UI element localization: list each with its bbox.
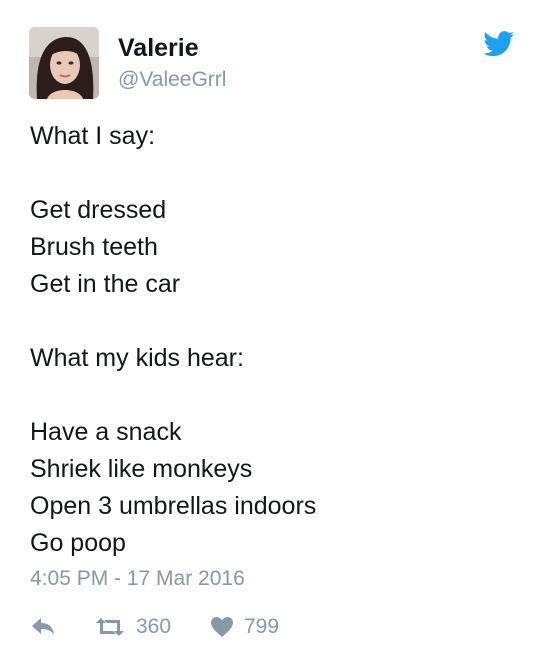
heart-icon bbox=[210, 616, 234, 638]
retweet-count: 360 bbox=[136, 615, 172, 638]
reply-arrow-icon bbox=[30, 616, 56, 638]
tweet-line: Open 3 umbrellas indoors bbox=[30, 492, 317, 520]
tweet-line: Get in the car bbox=[30, 270, 181, 298]
tweet-card: Valerie @ValeeGrrl What I say: Get dress… bbox=[0, 0, 550, 662]
tweet-line bbox=[30, 303, 530, 340]
tweet-line bbox=[30, 155, 530, 192]
tweet-line: What my kids hear: bbox=[30, 344, 244, 372]
tweet-line: What I say: bbox=[30, 122, 156, 150]
retweet-button[interactable]: 360 bbox=[94, 612, 171, 642]
like-button[interactable]: 799 bbox=[210, 612, 279, 642]
retweet-icon bbox=[94, 616, 126, 638]
reply-button[interactable] bbox=[30, 612, 56, 642]
tweet-line: Go poop bbox=[30, 529, 126, 557]
tweet-timestamp[interactable]: 4:05 PM - 17 Mar 2016 bbox=[30, 566, 245, 592]
tweet-line: Brush teeth bbox=[30, 233, 158, 261]
tweet-text: What I say: Get dressed Brush teeth Get … bbox=[30, 118, 530, 562]
tweet-line: Get dressed bbox=[30, 196, 167, 224]
like-count: 799 bbox=[244, 615, 280, 638]
display-name[interactable]: Valerie bbox=[118, 33, 199, 63]
twitter-bird-icon[interactable] bbox=[483, 31, 515, 57]
tweet-line: Have a snack bbox=[30, 418, 182, 446]
user-handle[interactable]: @ValeeGrrl bbox=[118, 67, 226, 93]
tweet-line: Shriek like monkeys bbox=[30, 455, 253, 483]
avatar[interactable] bbox=[29, 27, 99, 99]
tweet-actions: 360 799 bbox=[30, 612, 330, 642]
tweet-line bbox=[30, 377, 530, 414]
avatar-photo bbox=[29, 27, 99, 99]
